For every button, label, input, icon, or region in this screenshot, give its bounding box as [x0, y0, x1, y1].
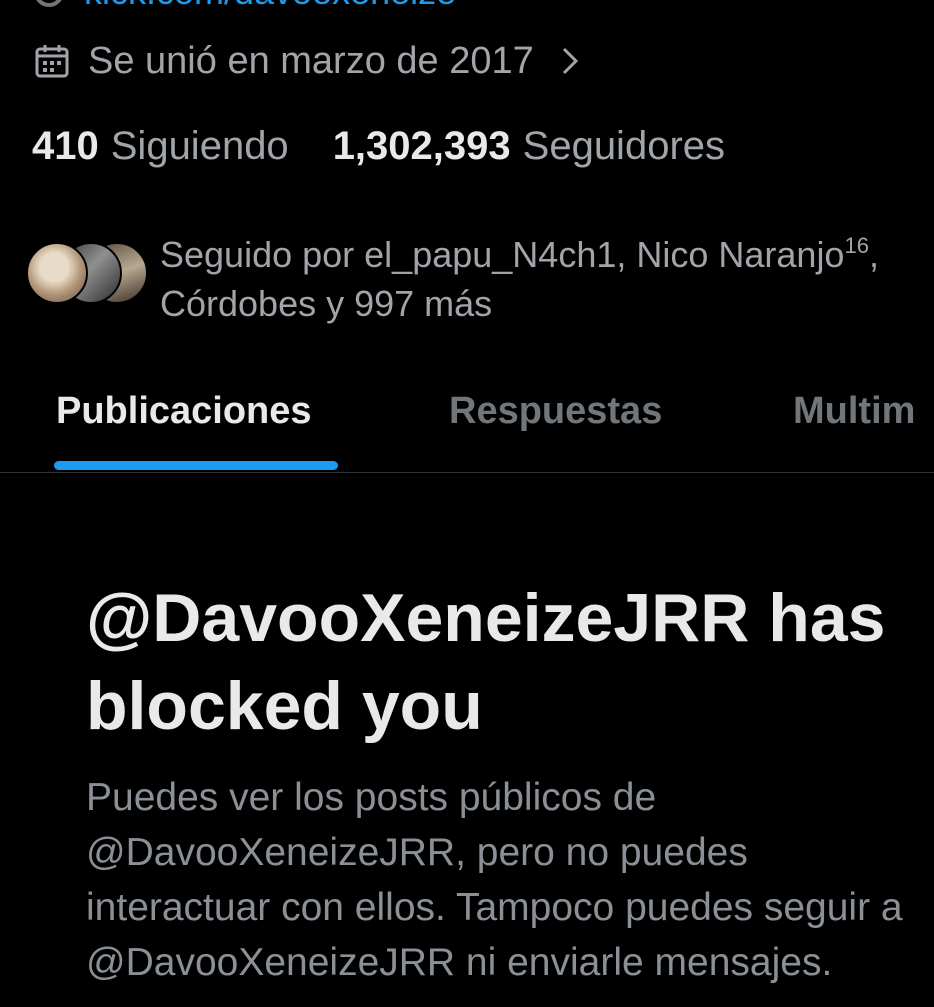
link-icon	[34, 0, 64, 7]
calendar-icon	[35, 45, 69, 78]
website-link-row[interactable]: kick.com/davooxeneize	[34, 0, 456, 13]
followers-stat[interactable]: 1,302,393 Seguidores	[333, 124, 725, 169]
blocked-title: @DavooXeneizeJRR has blocked you	[86, 580, 886, 744]
following-stat[interactable]: 410 Siguiendo	[32, 124, 289, 169]
following-label: Siguiendo	[110, 123, 289, 168]
follow-stats: 410 Siguiendo 1,302,393 Seguidores	[32, 120, 725, 172]
following-count: 410	[32, 123, 99, 168]
active-tab-indicator	[54, 461, 338, 470]
profile-page: kick.com/davooxeneize Se unió en marzo d…	[0, 0, 934, 1007]
website-link[interactable]: kick.com/davooxeneize	[84, 0, 456, 13]
joined-date-row[interactable]: Se unió en marzo de 2017	[34, 36, 582, 86]
tab-publicaciones[interactable]: Publicaciones	[56, 390, 312, 433]
blocked-message: Puedes ver los posts públicos de @DavooX…	[86, 776, 903, 984]
followed-by-row[interactable]: Seguido por el_papu_N4ch1, Nico Naranjo1…	[26, 226, 926, 330]
profile-tabs: Publicaciones Respuestas Multim	[0, 362, 934, 473]
avatar	[26, 242, 88, 304]
followers-label: Seguidores	[522, 123, 726, 168]
tab-multimedia[interactable]: Multim	[793, 390, 915, 433]
followed-by-more: Córdobes y 997 más	[160, 283, 493, 324]
followers-count: 1,302,393	[332, 123, 511, 168]
chevron-right-icon[interactable]	[560, 43, 582, 79]
followed-by-superscript: 16	[844, 233, 869, 258]
mutual-avatars	[26, 242, 150, 306]
joined-date-text: Se unió en marzo de 2017	[88, 39, 534, 82]
followed-by-text: Seguido por el_papu_N4ch1, Nico Naranjo1…	[160, 230, 920, 328]
followed-by-names: Seguido por el_papu_N4ch1, Nico Naranjo	[160, 234, 845, 275]
followed-by-comma: ,	[868, 234, 879, 275]
tab-respuestas[interactable]: Respuestas	[449, 390, 662, 433]
